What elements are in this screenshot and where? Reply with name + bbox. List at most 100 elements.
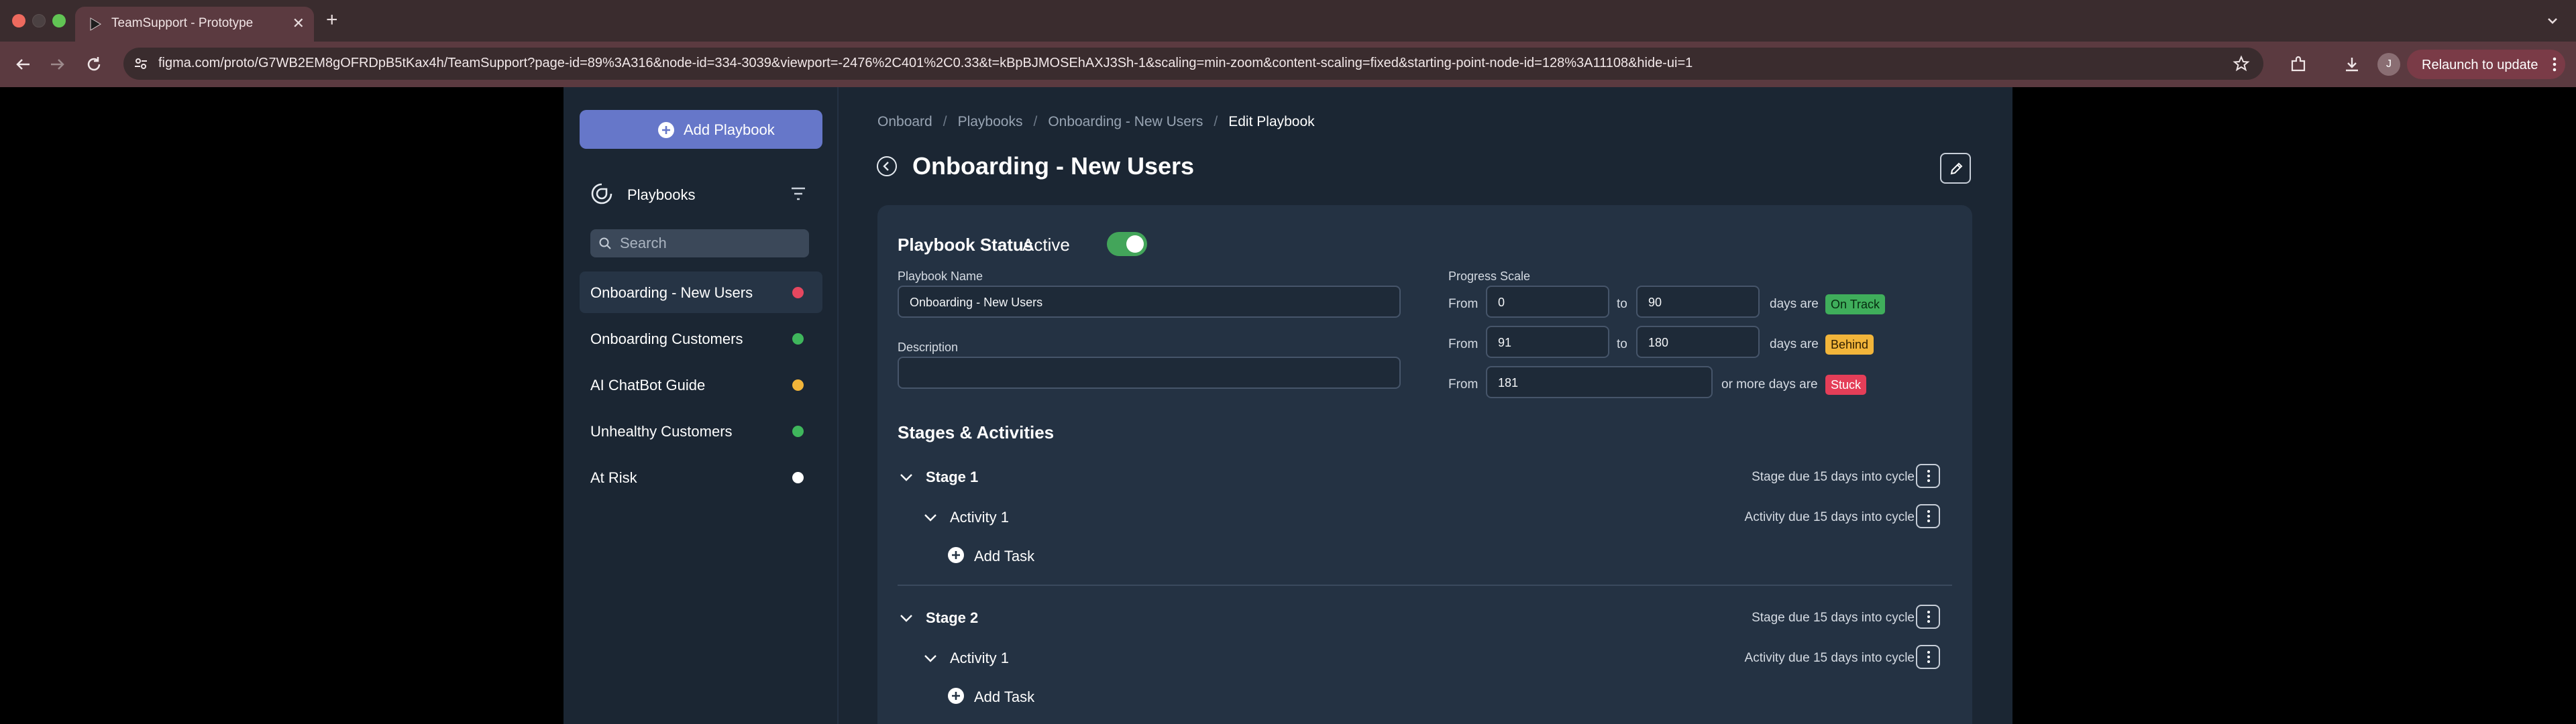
search-icon — [599, 237, 611, 249]
stage-1-more-button[interactable] — [1916, 464, 1940, 488]
playbook-item-onboarding-new-users[interactable]: Onboarding - New Users — [580, 272, 822, 313]
from-label: From — [1448, 297, 1479, 311]
chevron-down-icon[interactable] — [923, 654, 938, 663]
status-dot — [792, 287, 804, 298]
playbook-item-label: Onboarding Customers — [590, 330, 743, 347]
plus-circle-icon[interactable] — [947, 546, 965, 564]
progress-scale-label: Progress Scale — [1448, 269, 1531, 283]
playbook-item-unhealthy-customers[interactable]: Unhealthy Customers — [580, 410, 822, 452]
status-dot — [792, 472, 804, 483]
close-window-button[interactable] — [12, 14, 25, 27]
back-circle-icon[interactable] — [876, 156, 898, 177]
playbook-item-label: AI ChatBot Guide — [590, 377, 706, 394]
playbook-name-input[interactable]: Onboarding - New Users — [898, 286, 1401, 318]
to-label: to — [1617, 297, 1627, 311]
tab-search-chevron-icon[interactable] — [2544, 12, 2561, 29]
status-dot — [792, 333, 804, 345]
back-arrow-icon[interactable] — [12, 54, 34, 75]
behind-badge: Behind — [1825, 335, 1874, 355]
chevron-down-icon[interactable] — [899, 613, 914, 623]
breadcrumb: Onboard / Playbooks / Onboarding - New Users… — [877, 114, 1315, 129]
maximize-window-button[interactable] — [52, 14, 66, 27]
stage-divider — [898, 585, 1952, 586]
stuck-from-input[interactable]: 181 — [1486, 366, 1713, 398]
to-label: to — [1617, 337, 1627, 351]
figma-play-icon — [90, 17, 101, 31]
tab-title: TeamSupport - Prototype — [111, 16, 254, 30]
behind-from-input[interactable]: 91 — [1486, 326, 1609, 358]
search-input[interactable] — [620, 229, 801, 257]
browser-tab[interactable]: TeamSupport - Prototype ✕ — [75, 7, 314, 42]
description-input[interactable] — [898, 357, 1401, 389]
site-controls-icon[interactable] — [133, 56, 149, 72]
playbook-logo-icon — [591, 183, 612, 204]
relaunch-button[interactable]: Relaunch to update — [2407, 50, 2565, 79]
ontrack-from-value: 0 — [1498, 296, 1505, 309]
stage-1-activity-1-more-button[interactable] — [1916, 504, 1940, 528]
edit-button[interactable] — [1940, 153, 1971, 184]
days-are-label: days are — [1770, 297, 1819, 311]
bookmark-star-icon[interactable] — [2233, 55, 2250, 72]
stage-2-activity-1-more-button[interactable] — [1916, 645, 1940, 669]
stage-1-activity-1-due: Activity due 15 days into cycle — [1744, 510, 1915, 524]
stuck-from-value: 181 — [1498, 376, 1519, 389]
behind-to-input[interactable]: 180 — [1636, 326, 1760, 358]
playbook-item-label: At Risk — [590, 469, 637, 486]
more-vert-icon — [2553, 57, 2557, 72]
relaunch-label: Relaunch to update — [2422, 58, 2538, 72]
playbooks-sidebar: Add Playbook Playbooks Onboarding - New … — [564, 87, 839, 724]
from-label: From — [1448, 377, 1479, 391]
description-label: Description — [898, 341, 959, 354]
status-toggle[interactable] — [1107, 232, 1147, 256]
pencil-icon — [1950, 162, 1963, 175]
stage-2-label: Stage 2 — [926, 609, 979, 626]
add-playbook-button[interactable]: Add Playbook — [580, 110, 822, 149]
or-more-days-are-label: or more days are — [1721, 377, 1818, 391]
browser-tab-bar: TeamSupport - Prototype ✕ + — [0, 0, 2576, 42]
chevron-down-icon[interactable] — [899, 473, 914, 482]
breadcrumb-link-playbook[interactable]: Onboarding - New Users — [1048, 114, 1203, 129]
stage-2-add-task-button[interactable]: Add Task — [974, 688, 1034, 706]
playbook-item-ai-chatbot-guide[interactable]: AI ChatBot Guide — [580, 364, 822, 406]
extensions-icon[interactable] — [2288, 54, 2309, 75]
stage-2-activity-1-due: Activity due 15 days into cycle — [1744, 651, 1915, 665]
ontrack-from-input[interactable]: 0 — [1486, 286, 1609, 318]
behind-from-value: 91 — [1498, 336, 1512, 349]
new-tab-icon[interactable]: + — [326, 8, 338, 32]
breadcrumb-link-onboard[interactable]: Onboard — [877, 114, 932, 129]
stages-activities-heading: Stages & Activities — [898, 422, 1055, 442]
page-title: Onboarding - New Users — [912, 152, 1195, 180]
ontrack-to-input[interactable]: 90 — [1636, 286, 1760, 318]
stage-2-more-button[interactable] — [1916, 605, 1940, 629]
address-bar[interactable]: figma.com/proto/G7WB2EM8gOFRDpB5tKax4h/T… — [123, 48, 2263, 80]
playbook-item-onboarding-customers[interactable]: Onboarding Customers — [580, 318, 822, 359]
reload-icon[interactable] — [83, 54, 105, 75]
stage-1-add-task-button[interactable]: Add Task — [974, 548, 1034, 565]
status-dot — [792, 426, 804, 437]
minimize-window-button[interactable] — [32, 14, 46, 27]
plus-circle-icon — [658, 122, 674, 138]
playbook-status-value: Active — [1022, 235, 1070, 255]
playbook-item-at-risk[interactable]: At Risk — [580, 457, 822, 498]
close-tab-icon[interactable]: ✕ — [292, 15, 305, 32]
toggle-knob — [1126, 235, 1144, 253]
playbook-item-label: Onboarding - New Users — [590, 284, 753, 301]
playbook-status-label: Playbook Status — [898, 235, 1034, 255]
stage-1-activity-1-label: Activity 1 — [950, 509, 1010, 526]
stage-1-due: Stage due 15 days into cycle — [1752, 470, 1915, 484]
download-icon[interactable] — [2341, 54, 2363, 75]
playbooks-heading: Playbooks — [627, 186, 696, 203]
breadcrumb-link-playbooks[interactable]: Playbooks — [958, 114, 1023, 129]
plus-circle-icon[interactable] — [947, 687, 965, 705]
teamsupport-app: Add Playbook Playbooks Onboarding - New … — [564, 87, 2012, 724]
chevron-down-icon[interactable] — [923, 513, 938, 522]
behind-to-value: 180 — [1648, 336, 1669, 349]
url-text: figma.com/proto/G7WB2EM8gOFRDpB5tKax4h/T… — [158, 56, 1693, 70]
playbook-name-label: Playbook Name — [898, 269, 983, 283]
status-dot — [792, 379, 804, 391]
stage-2-due: Stage due 15 days into cycle — [1752, 611, 1915, 625]
stage-2-activity-1-label: Activity 1 — [950, 650, 1010, 666]
filter-icon[interactable] — [790, 186, 807, 201]
forward-arrow-icon[interactable] — [47, 54, 68, 75]
profile-avatar[interactable]: J — [2377, 53, 2400, 76]
